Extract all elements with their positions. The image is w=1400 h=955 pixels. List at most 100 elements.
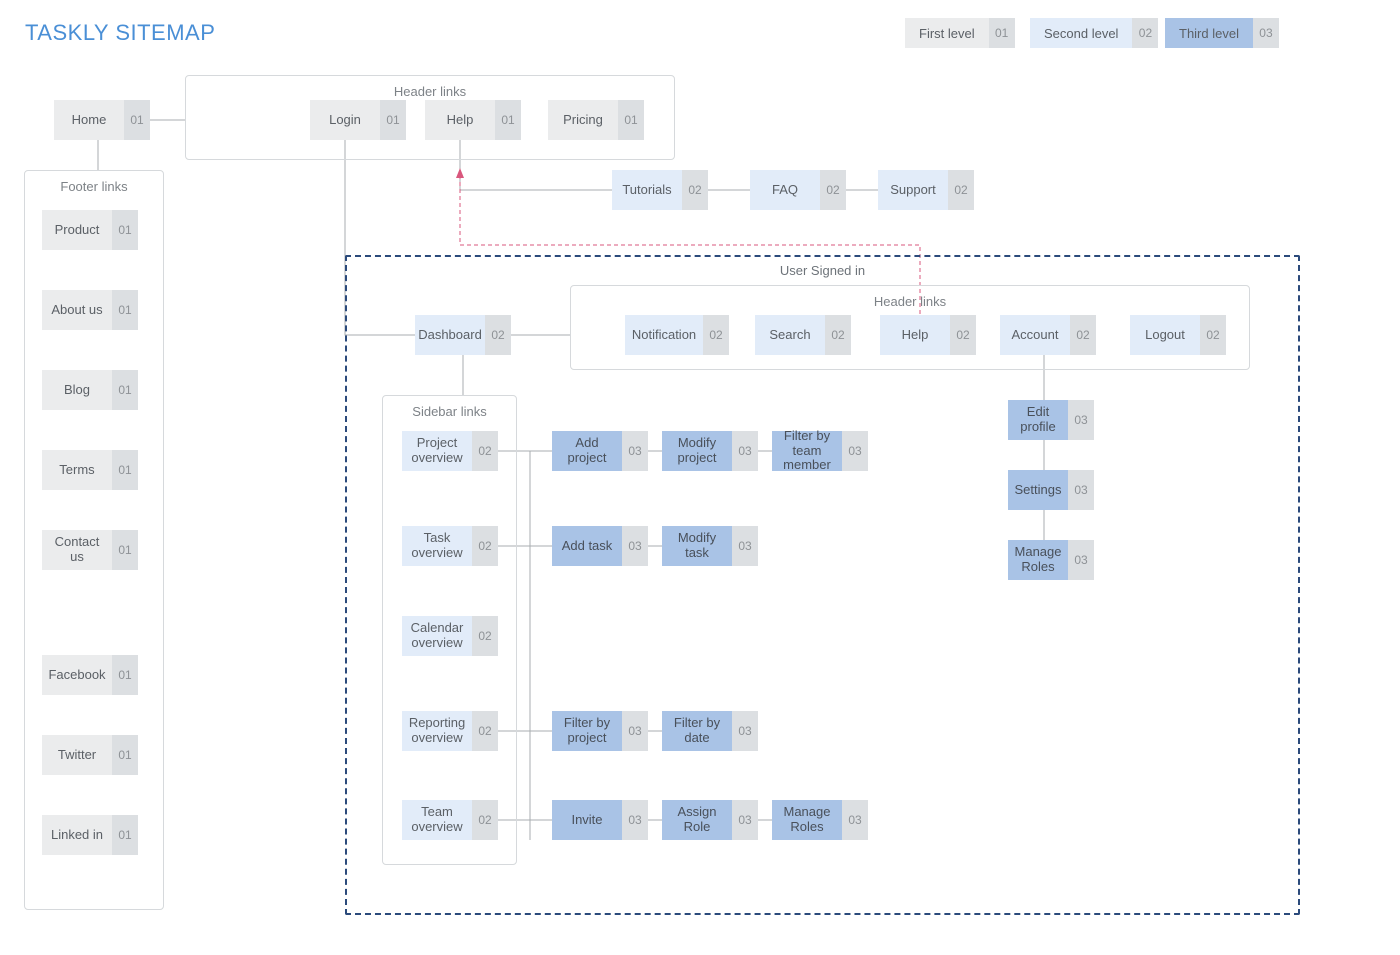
node-label: Pricing: [548, 100, 618, 140]
node-num: 02: [472, 431, 498, 471]
node-num: 03: [732, 431, 758, 471]
node-label: Assign Role: [662, 800, 732, 840]
node-label: About us: [42, 290, 112, 330]
node-num: 02: [1200, 315, 1226, 355]
page-title: TASKLY SITEMAP: [25, 20, 215, 46]
node-label: Manage Roles: [1008, 540, 1068, 580]
node-search: Search 02: [755, 315, 851, 355]
node-label: Calendar overview: [402, 616, 472, 656]
node-twitter: Twitter 01: [42, 735, 138, 775]
group-label: Sidebar links: [383, 404, 516, 419]
node-label: Tutorials: [612, 170, 682, 210]
node-project-overview: Project overview 02: [402, 431, 498, 471]
node-assign-role: Assign Role 03: [662, 800, 758, 840]
node-label: Add task: [552, 526, 622, 566]
node-calendar-overview: Calendar overview 02: [402, 616, 498, 656]
node-label: Settings: [1008, 470, 1068, 510]
node-account: Account 02: [1000, 315, 1096, 355]
legend-label: Third level: [1165, 18, 1253, 48]
node-num: 02: [1070, 315, 1096, 355]
node-label: Blog: [42, 370, 112, 410]
node-label: Modify task: [662, 526, 732, 566]
node-team-overview: Team overview 02: [402, 800, 498, 840]
node-modify-project: Modify project 03: [662, 431, 758, 471]
node-label: Project overview: [402, 431, 472, 471]
node-num: 03: [732, 800, 758, 840]
node-num: 02: [703, 315, 729, 355]
node-num: 02: [820, 170, 846, 210]
legend-third-level: Third level 03: [1165, 18, 1279, 48]
node-add-project: Add project 03: [552, 431, 648, 471]
node-label: Terms: [42, 450, 112, 490]
node-num: 03: [1068, 470, 1094, 510]
node-filter-team-member: Filter by team member 03: [772, 431, 868, 471]
node-num: 02: [948, 170, 974, 210]
node-invite: Invite 03: [552, 800, 648, 840]
node-num: 01: [124, 100, 150, 140]
node-num: 03: [622, 800, 648, 840]
node-num: 02: [472, 616, 498, 656]
node-help-top: Help 01: [425, 100, 521, 140]
node-num: 03: [622, 711, 648, 751]
node-num: 01: [112, 655, 138, 695]
node-label: Manage Roles: [772, 800, 842, 840]
node-home: Home 01: [54, 100, 150, 140]
node-num: 03: [732, 526, 758, 566]
node-num: 02: [950, 315, 976, 355]
node-num: 01: [112, 210, 138, 250]
node-num: 02: [472, 800, 498, 840]
sitemap-stage: TASKLY SITEMAP First level 01 Second lev…: [0, 0, 1400, 955]
node-modify-task: Modify task 03: [662, 526, 758, 566]
node-label: Linked in: [42, 815, 112, 855]
node-contact: Contact us 01: [42, 530, 138, 570]
node-num: 02: [682, 170, 708, 210]
node-num: 01: [112, 530, 138, 570]
node-label: Account: [1000, 315, 1070, 355]
node-label: Logout: [1130, 315, 1200, 355]
node-support: Support 02: [878, 170, 974, 210]
node-linkedin: Linked in 01: [42, 815, 138, 855]
node-dashboard: Dashboard 02: [415, 315, 511, 355]
node-label: Modify project: [662, 431, 732, 471]
node-num: 02: [472, 526, 498, 566]
node-label: Support: [878, 170, 948, 210]
legend-first-level: First level 01: [905, 18, 1015, 48]
node-label: Search: [755, 315, 825, 355]
node-filter-by-project: Filter by project 03: [552, 711, 648, 751]
node-num: 03: [622, 526, 648, 566]
node-product: Product 01: [42, 210, 138, 250]
node-notification: Notification 02: [625, 315, 729, 355]
node-num: 01: [380, 100, 406, 140]
node-settings: Settings 03: [1008, 470, 1094, 510]
node-label: Help: [880, 315, 950, 355]
node-num: 01: [112, 735, 138, 775]
node-label: Filter by date: [662, 711, 732, 751]
node-label: Edit profile: [1008, 400, 1068, 440]
node-num: 03: [732, 711, 758, 751]
node-label: Invite: [552, 800, 622, 840]
group-label: User Signed in: [347, 263, 1298, 278]
node-blog: Blog 01: [42, 370, 138, 410]
node-num: 03: [622, 431, 648, 471]
node-label: Product: [42, 210, 112, 250]
node-add-task: Add task 03: [552, 526, 648, 566]
node-num: 01: [112, 290, 138, 330]
node-num: 03: [842, 431, 868, 471]
node-num: 01: [112, 815, 138, 855]
legend-label: First level: [905, 18, 989, 48]
legend-num: 01: [989, 18, 1015, 48]
node-num: 03: [1068, 540, 1094, 580]
node-num: 02: [825, 315, 851, 355]
node-login: Login 01: [310, 100, 406, 140]
node-label: Filter by project: [552, 711, 622, 751]
node-filter-by-date: Filter by date 03: [662, 711, 758, 751]
group-label: Header links: [571, 294, 1249, 309]
node-reporting-overview: Reporting overview 02: [402, 711, 498, 751]
node-label: Contact us: [42, 530, 112, 570]
group-label: Footer links: [25, 179, 163, 194]
node-faq: FAQ 02: [750, 170, 846, 210]
node-label: Dashboard: [415, 315, 485, 355]
node-label: Reporting overview: [402, 711, 472, 751]
node-manage-roles-team: Manage Roles 03: [772, 800, 868, 840]
node-label: Login: [310, 100, 380, 140]
